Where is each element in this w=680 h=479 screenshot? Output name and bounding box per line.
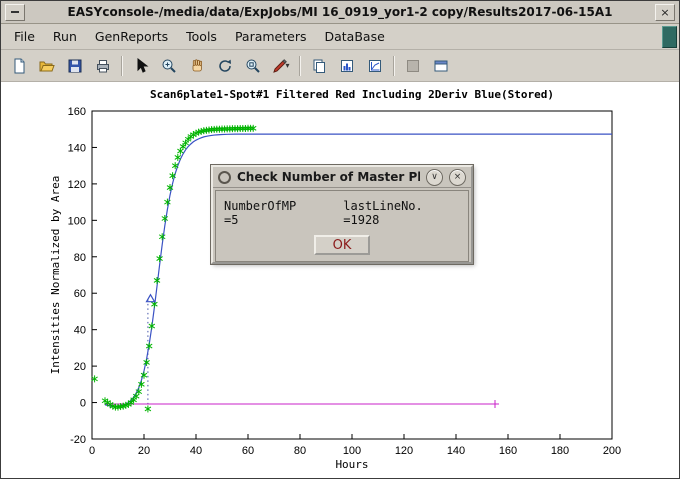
zoom-region-icon — [245, 58, 261, 74]
menu-run[interactable]: Run — [44, 26, 86, 47]
svg-text:Scan6plate1-Spot#1 Filtered Re: Scan6plate1-Spot#1 Filtered Red Includin… — [150, 88, 554, 101]
svg-text:100: 100 — [68, 215, 86, 227]
svg-text:120: 120 — [395, 445, 413, 457]
save-button[interactable] — [62, 53, 88, 78]
svg-text:20: 20 — [138, 445, 150, 457]
show-plot-window-icon — [433, 58, 449, 74]
svg-text:160: 160 — [68, 106, 86, 118]
brush-dropdown-arrow-icon: ▾ — [285, 61, 289, 70]
svg-text:140: 140 — [447, 445, 465, 457]
copy-figure-icon — [311, 58, 327, 74]
window-title: EASYconsole-/media/data/ExpJobs/MI 16_09… — [25, 5, 655, 19]
menu-bar: File Run GenReports Tools Parameters Dat… — [1, 24, 679, 50]
dialog-collapse-button[interactable]: ∨ — [426, 169, 443, 186]
svg-text:0: 0 — [89, 445, 95, 457]
dialog-close-button[interactable]: × — [449, 169, 466, 186]
dialog-check-number-of-master-plates: Check Number of Master Pla ∨ × NumberOfM… — [211, 165, 473, 264]
svg-text:Hours: Hours — [335, 458, 368, 471]
svg-text:100: 100 — [343, 445, 361, 457]
ok-button[interactable]: OK — [314, 235, 370, 255]
svg-text:40: 40 — [190, 445, 202, 457]
svg-text:40: 40 — [74, 325, 86, 337]
brush-button[interactable]: ▾ — [268, 53, 294, 78]
rotate-button[interactable] — [212, 53, 238, 78]
svg-text:60: 60 — [74, 288, 86, 300]
minimize-icon — [11, 11, 19, 13]
copy-figure-button[interactable] — [306, 53, 332, 78]
open-folder-icon — [39, 58, 55, 74]
zoom-in-button[interactable] — [156, 53, 182, 78]
dialog-titlebar[interactable]: Check Number of Master Pla ∨ × — [213, 167, 471, 188]
insert-chart-button[interactable] — [334, 53, 360, 78]
app-window: EASYconsole-/media/data/ExpJobs/MI 16_09… — [0, 0, 680, 479]
tool-bar: ▾ — [1, 50, 679, 82]
menu-file[interactable]: File — [5, 26, 44, 47]
new-file-button[interactable] — [6, 53, 32, 78]
pointer-icon — [133, 58, 149, 74]
pan-hand-icon — [189, 58, 205, 74]
svg-text:60: 60 — [242, 445, 254, 457]
pointer-button[interactable] — [128, 53, 154, 78]
toolbar-separator — [299, 56, 301, 76]
svg-text:200: 200 — [603, 445, 621, 457]
svg-text:80: 80 — [74, 252, 86, 264]
zoom-in-icon — [161, 58, 177, 74]
menu-parameters[interactable]: Parameters — [226, 26, 316, 47]
rotate-icon — [217, 58, 233, 74]
toolbar-separator — [393, 56, 395, 76]
dialog-field-lastlineno: lastLineNo. =1928 — [343, 199, 460, 227]
insert-axes-button[interactable] — [362, 53, 388, 78]
svg-text:120: 120 — [68, 179, 86, 191]
menu-genreports[interactable]: GenReports — [86, 26, 177, 47]
svg-text:180: 180 — [551, 445, 569, 457]
close-icon: × — [660, 7, 669, 18]
pan-hand-button[interactable] — [184, 53, 210, 78]
close-button[interactable]: × — [655, 4, 675, 21]
chevron-down-icon: ∨ — [431, 173, 438, 182]
svg-text:140: 140 — [68, 142, 86, 154]
show-plot-window-button[interactable] — [428, 53, 454, 78]
blank-tool-icon — [405, 58, 421, 74]
print-icon — [95, 58, 111, 74]
dialog-body: NumberOfMP =5 lastLineNo. =1928 OK — [215, 190, 469, 262]
new-file-icon — [11, 58, 27, 74]
svg-text:160: 160 — [499, 445, 517, 457]
open-folder-button[interactable] — [34, 53, 60, 78]
toolbar-separator — [121, 56, 123, 76]
print-button[interactable] — [90, 53, 116, 78]
dialog-title: Check Number of Master Pla — [237, 170, 420, 184]
minimize-button[interactable] — [5, 4, 25, 21]
blank-tool-button[interactable] — [400, 53, 426, 78]
menu-tools[interactable]: Tools — [177, 26, 226, 47]
menu-database[interactable]: DataBase — [315, 26, 393, 47]
window-titlebar: EASYconsole-/media/data/ExpJobs/MI 16_09… — [1, 1, 679, 24]
menu-grip[interactable] — [662, 26, 677, 48]
zoom-region-button[interactable] — [240, 53, 266, 78]
svg-text:0: 0 — [80, 398, 86, 410]
svg-text:80: 80 — [294, 445, 306, 457]
close-icon: × — [454, 173, 462, 182]
insert-chart-icon — [339, 58, 355, 74]
figure-area: 020406080100120140160180200-200204060801… — [1, 82, 679, 479]
svg-text:-20: -20 — [70, 434, 86, 446]
chart: 020406080100120140160180200-200204060801… — [1, 82, 679, 479]
dialog-menu-icon — [218, 171, 231, 184]
svg-text:20: 20 — [74, 361, 86, 373]
save-icon — [67, 58, 83, 74]
svg-text:Intensities Normalized by Area: Intensities Normalized by Area — [49, 176, 62, 375]
dialog-fields: NumberOfMP =5 lastLineNo. =1928 — [224, 199, 460, 227]
insert-axes-icon — [367, 58, 383, 74]
dialog-field-numberofmp: NumberOfMP =5 — [224, 199, 313, 227]
